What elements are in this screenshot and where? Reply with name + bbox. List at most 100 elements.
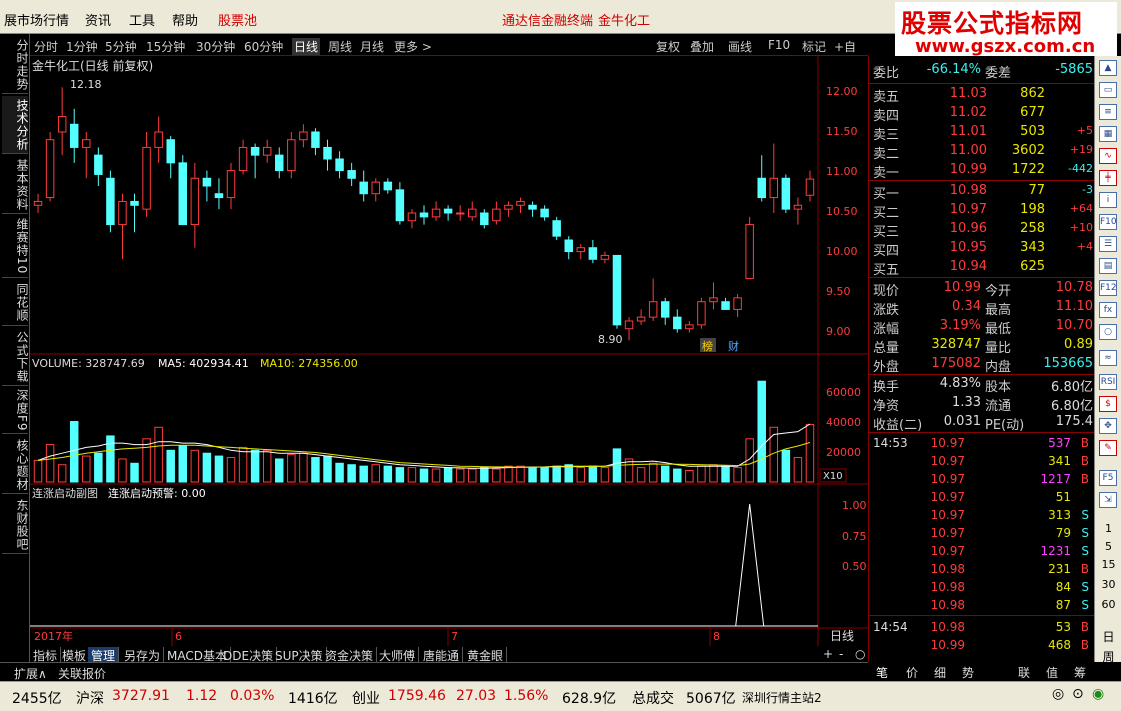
candle-body[interactable] <box>540 208 549 218</box>
candle-body[interactable] <box>612 254 622 326</box>
draw-line-button[interactable]: 画线 <box>728 38 752 55</box>
candle-body[interactable] <box>431 208 441 218</box>
lock-icon[interactable]: ⊙ <box>1072 686 1084 702</box>
bid-row[interactable]: 买五 10.94 625 <box>869 259 1095 278</box>
candle-body[interactable] <box>793 204 803 210</box>
related-quotes-button[interactable]: 关联报价 <box>58 665 106 682</box>
period-num-15[interactable]: 15 <box>1097 558 1120 571</box>
candle-body[interactable] <box>57 116 67 133</box>
hs-label[interactable]: 沪深 <box>76 688 104 708</box>
candle-body[interactable] <box>202 177 212 187</box>
close-icon[interactable]: ○ <box>852 647 868 661</box>
zoom-out-icon[interactable]: - <box>836 647 846 661</box>
period-num-1[interactable]: 1 <box>1097 522 1120 535</box>
candle-body[interactable] <box>564 239 573 253</box>
tab-basic-info[interactable]: 基本资料 <box>2 156 29 214</box>
period-num-60[interactable]: 60 <box>1097 598 1120 611</box>
candle-body[interactable] <box>745 224 754 280</box>
tab-technical[interactable]: 技术分析 <box>2 96 29 154</box>
chart-panel[interactable]: 金牛化工(日线 前复权) 12.18 8.90 榜 财 12.00 11.50 … <box>30 56 868 646</box>
candle-body[interactable] <box>311 131 320 148</box>
tab-ths[interactable]: 同花顺 <box>2 280 29 326</box>
candle-body[interactable] <box>69 123 79 148</box>
candle-body[interactable] <box>45 139 55 199</box>
ask-row[interactable]: 卖二 11.00 3602 +19 <box>869 143 1095 162</box>
candle-body[interactable] <box>299 131 308 141</box>
candle-body[interactable] <box>552 220 561 237</box>
candle-body[interactable] <box>492 208 501 222</box>
candle-body[interactable] <box>178 162 188 226</box>
tab-intraday[interactable]: 分时走势 <box>2 36 29 94</box>
window-icon[interactable]: ▭ <box>1099 82 1117 98</box>
candle-body[interactable] <box>106 177 115 226</box>
period-daily[interactable]: 日线 <box>292 38 321 55</box>
candle-body[interactable] <box>685 324 694 330</box>
candle-body[interactable] <box>154 131 163 148</box>
expand-icon[interactable]: ⇲ <box>1099 492 1117 508</box>
period-num-30[interactable]: 30 <box>1097 578 1120 591</box>
candle-body[interactable] <box>455 212 465 215</box>
candle-body[interactable] <box>576 247 586 253</box>
period-week[interactable]: 周 <box>1097 648 1120 665</box>
info-icon[interactable]: i <box>1099 192 1117 208</box>
period-1min[interactable]: 1分钟 <box>66 38 98 55</box>
candle-body[interactable] <box>262 146 272 156</box>
candle-body[interactable] <box>190 177 200 226</box>
signal-icon[interactable]: ◉ <box>1092 686 1104 702</box>
candle-body[interactable] <box>673 316 682 330</box>
candle-body[interactable] <box>660 301 670 318</box>
tab-eastmoney-forum[interactable]: 东财股吧 <box>2 496 29 554</box>
line-chart-icon[interactable]: ∿ <box>1099 148 1117 164</box>
tab-formula-download[interactable]: 公式下载 <box>2 328 29 386</box>
kline-chart[interactable]: 金牛化工(日线 前复权) 12.18 8.90 榜 财 12.00 11.50 … <box>30 56 868 646</box>
rsi-icon[interactable]: RSI <box>1099 374 1117 390</box>
candle-body[interactable] <box>287 139 296 172</box>
f10-icon[interactable]: F10 <box>1099 214 1117 230</box>
candle-body[interactable] <box>118 200 127 226</box>
f10-button[interactable]: F10 <box>768 38 790 52</box>
candle-body[interactable] <box>82 139 91 148</box>
mark-button[interactable]: 标记 <box>802 38 826 55</box>
tab-depth-f9[interactable]: 深度F9 <box>2 388 29 434</box>
candle-body[interactable] <box>323 146 332 160</box>
candle-body[interactable] <box>636 316 646 322</box>
f12-icon[interactable]: F12 <box>1099 280 1117 296</box>
candle-body[interactable] <box>383 181 393 191</box>
tab-vsat[interactable]: 维赛特10 <box>2 216 29 278</box>
candle-body[interactable] <box>395 189 405 222</box>
candle-body[interactable] <box>769 177 779 199</box>
formula-icon[interactable]: fx <box>1099 302 1117 318</box>
period-more[interactable]: 更多 > <box>394 38 432 55</box>
f5-icon[interactable]: F5 <box>1099 470 1117 486</box>
candle-body[interactable] <box>407 212 417 222</box>
report-icon[interactable]: ≡ <box>1099 104 1117 120</box>
pencil-icon[interactable]: ✎ <box>1099 440 1117 456</box>
candle-body[interactable] <box>335 158 344 172</box>
period-num-5[interactable]: 5 <box>1097 540 1120 553</box>
period-day[interactable]: 日 <box>1097 628 1120 645</box>
menu-stock-pool[interactable]: 股票池 <box>218 10 257 29</box>
period-30min[interactable]: 30分钟 <box>196 38 235 55</box>
candle-body[interactable] <box>130 200 139 206</box>
candle-body[interactable] <box>359 181 368 195</box>
candle-body[interactable] <box>275 154 284 172</box>
candle-body[interactable] <box>480 212 489 226</box>
candle-body[interactable] <box>624 320 634 330</box>
candle-body[interactable] <box>721 301 730 310</box>
candle-body[interactable] <box>781 177 791 210</box>
menu-tools[interactable]: 工具 <box>129 10 155 29</box>
tab-ticks[interactable]: 笔 <box>876 664 888 681</box>
tab-link[interactable]: 联 <box>1018 664 1030 681</box>
scroll-up-icon[interactable]: ▲ <box>1099 60 1117 76</box>
kline-icon[interactable]: ╪ <box>1099 170 1117 186</box>
candle-body[interactable] <box>709 297 718 303</box>
grid-icon[interactable]: ▤ <box>1099 258 1117 274</box>
period-monthly[interactable]: 月线 <box>360 38 384 55</box>
expand-button[interactable]: 扩展∧ <box>14 665 47 682</box>
candle-body[interactable] <box>757 177 766 199</box>
table-icon[interactable]: ▦ <box>1099 126 1117 142</box>
tab-price[interactable]: 价 <box>906 664 918 681</box>
bid-row[interactable]: 买四 10.95 343 +4 <box>869 240 1095 259</box>
move-icon[interactable]: ✥ <box>1099 418 1117 434</box>
ask-row[interactable]: 卖四 11.02 677 <box>869 105 1095 124</box>
